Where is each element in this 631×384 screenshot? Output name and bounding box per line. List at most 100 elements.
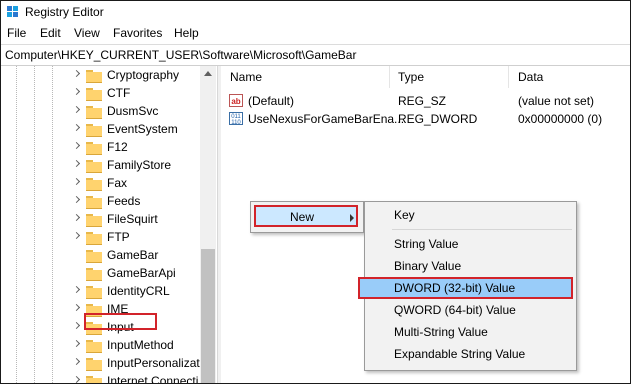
tree-node-label: EventSystem [107,122,178,136]
folder-icon [86,88,102,101]
tree-node[interactable]: Internet Connecti [67,373,202,383]
chevron-right-icon[interactable] [72,339,81,348]
folder-icon [86,106,102,119]
address-bar[interactable]: Computer\HKEY_CURRENT_USER\Software\Micr… [1,44,630,66]
registry-icon [7,6,18,17]
folder-icon [86,232,102,245]
tree-node-label: InputPersonalizat [107,356,200,370]
menu-favorites[interactable]: Favorites [113,26,162,40]
submenu-separator [392,229,572,230]
menu-bar: File Edit View Favorites Help [1,23,630,43]
tree-node[interactable]: Feeds [67,193,202,211]
submenu-item-label: Expandable String Value [394,347,526,361]
tree-node-selected[interactable]: GameBar [67,247,202,265]
chevron-right-icon[interactable] [72,357,81,366]
tree-node-label: GameBar [107,248,159,262]
menu-help[interactable]: Help [174,26,199,40]
tree-node[interactable]: Fax [67,175,202,193]
submenu-item-label: Binary Value [394,259,462,273]
chevron-right-icon[interactable] [72,321,81,330]
chevron-right-icon[interactable] [72,141,81,150]
chevron-right-icon[interactable] [72,177,81,186]
tree-node-label: Feeds [107,194,141,208]
tree-node[interactable]: IdentityCRL [67,283,202,301]
tree-node-label: GameBarApi [107,266,176,280]
column-header-name[interactable]: Name [230,70,262,84]
folder-icon [86,376,102,383]
chevron-right-icon[interactable] [72,195,81,204]
tree-node[interactable]: F12 [67,139,202,157]
column-divider[interactable] [389,66,390,88]
chevron-right-icon[interactable] [72,303,81,312]
menu-view[interactable]: View [74,26,100,40]
tree-node[interactable]: GameBarApi [67,265,202,283]
submenu-item-label: QWORD (64-bit) Value [394,303,516,317]
new-menu-item[interactable]: New [254,205,358,227]
chevron-right-icon[interactable] [72,87,81,96]
tree-node-label: FTP [107,230,130,244]
column-divider[interactable] [508,66,509,88]
chevron-right-icon[interactable] [72,285,81,294]
tree-node[interactable]: DusmSvc [67,103,202,121]
chevron-right-icon[interactable] [72,159,81,168]
folder-icon [86,124,102,137]
tree-node[interactable]: CTF [67,85,202,103]
folder-icon [86,70,102,83]
column-header-data[interactable]: Data [518,70,543,84]
tree-scrollbar-thumb[interactable] [201,249,215,383]
chevron-right-icon[interactable] [72,105,81,114]
tree-node[interactable]: EventSystem [67,121,202,139]
tree-node[interactable]: FamilyStore [67,157,202,175]
tree-node[interactable]: FTP [67,229,202,247]
chevron-right-icon[interactable] [72,69,81,78]
registry-editor-window: Registry Editor File Edit View Favorites… [0,0,631,384]
column-header-type[interactable]: Type [398,70,424,84]
folder-icon [86,358,102,371]
submenu-item-key[interactable]: Key [365,204,576,226]
folder-icon [86,178,102,191]
scroll-up-arrow-icon[interactable] [204,71,212,76]
menu-file[interactable]: File [7,26,26,40]
tree-node-label: DusmSvc [107,104,159,118]
folder-icon [86,340,102,353]
window-title: Registry Editor [25,5,104,19]
tree-node[interactable]: InputMethod [67,337,202,355]
tree-node-label: FamilyStore [107,158,172,172]
submenu-item-string-value[interactable]: String Value [365,233,576,255]
submenu-item-qword-value[interactable]: QWORD (64-bit) Value [365,299,576,321]
tree-node[interactable]: Cryptography [67,67,202,85]
submenu-item-expandable-string-value[interactable]: Expandable String Value [365,343,576,365]
new-submenu: Key String Value Binary Value DWORD (32-… [358,201,577,371]
folder-icon [86,286,102,299]
submenu-item-binary-value[interactable]: Binary Value [365,255,576,277]
value-row[interactable]: 011 110 UseNexusForGameBarEna... REG_DWOR… [221,110,630,128]
tree-node[interactable]: InputPersonalizat [67,355,202,373]
tree-node-label: F12 [107,140,128,154]
value-row[interactable]: ab (Default) REG_SZ (value not set) [221,92,630,110]
tree-guide-line [16,66,17,383]
key-tree[interactable]: Cryptography CTF DusmSvc EventSystem F12… [1,66,216,383]
tree-node-label: Fax [107,176,128,190]
submenu-item-multi-string-value[interactable]: Multi-String Value [365,321,576,343]
folder-icon [86,268,102,281]
tree-node-label: IdentityCRL [107,284,170,298]
submenu-item-dword-value[interactable]: DWORD (32-bit) Value [358,277,576,299]
tree-node[interactable]: FileSquirt [67,211,202,229]
value-name: (Default) [248,94,295,108]
submenu-arrow-icon [350,214,354,222]
tree-node-label: Internet Connecti [107,374,199,383]
submenu-item-label: Multi-String Value [394,325,488,339]
tree-guide-line [34,66,35,383]
menu-edit[interactable]: Edit [40,26,61,40]
tree-node-label: CTF [107,86,131,100]
chevron-right-icon[interactable] [72,231,81,240]
address-path[interactable]: Computer\HKEY_CURRENT_USER\Software\Micr… [5,48,356,62]
submenu-item-label: Key [394,208,415,222]
submenu-item-label: DWORD (32-bit) Value [394,281,516,295]
tree-node-label: Cryptography [107,68,180,82]
new-menu-label: New [290,210,315,224]
string-value-icon: ab [229,94,243,107]
chevron-right-icon[interactable] [72,213,81,222]
chevron-right-icon[interactable] [72,375,81,383]
chevron-right-icon[interactable] [72,123,81,132]
